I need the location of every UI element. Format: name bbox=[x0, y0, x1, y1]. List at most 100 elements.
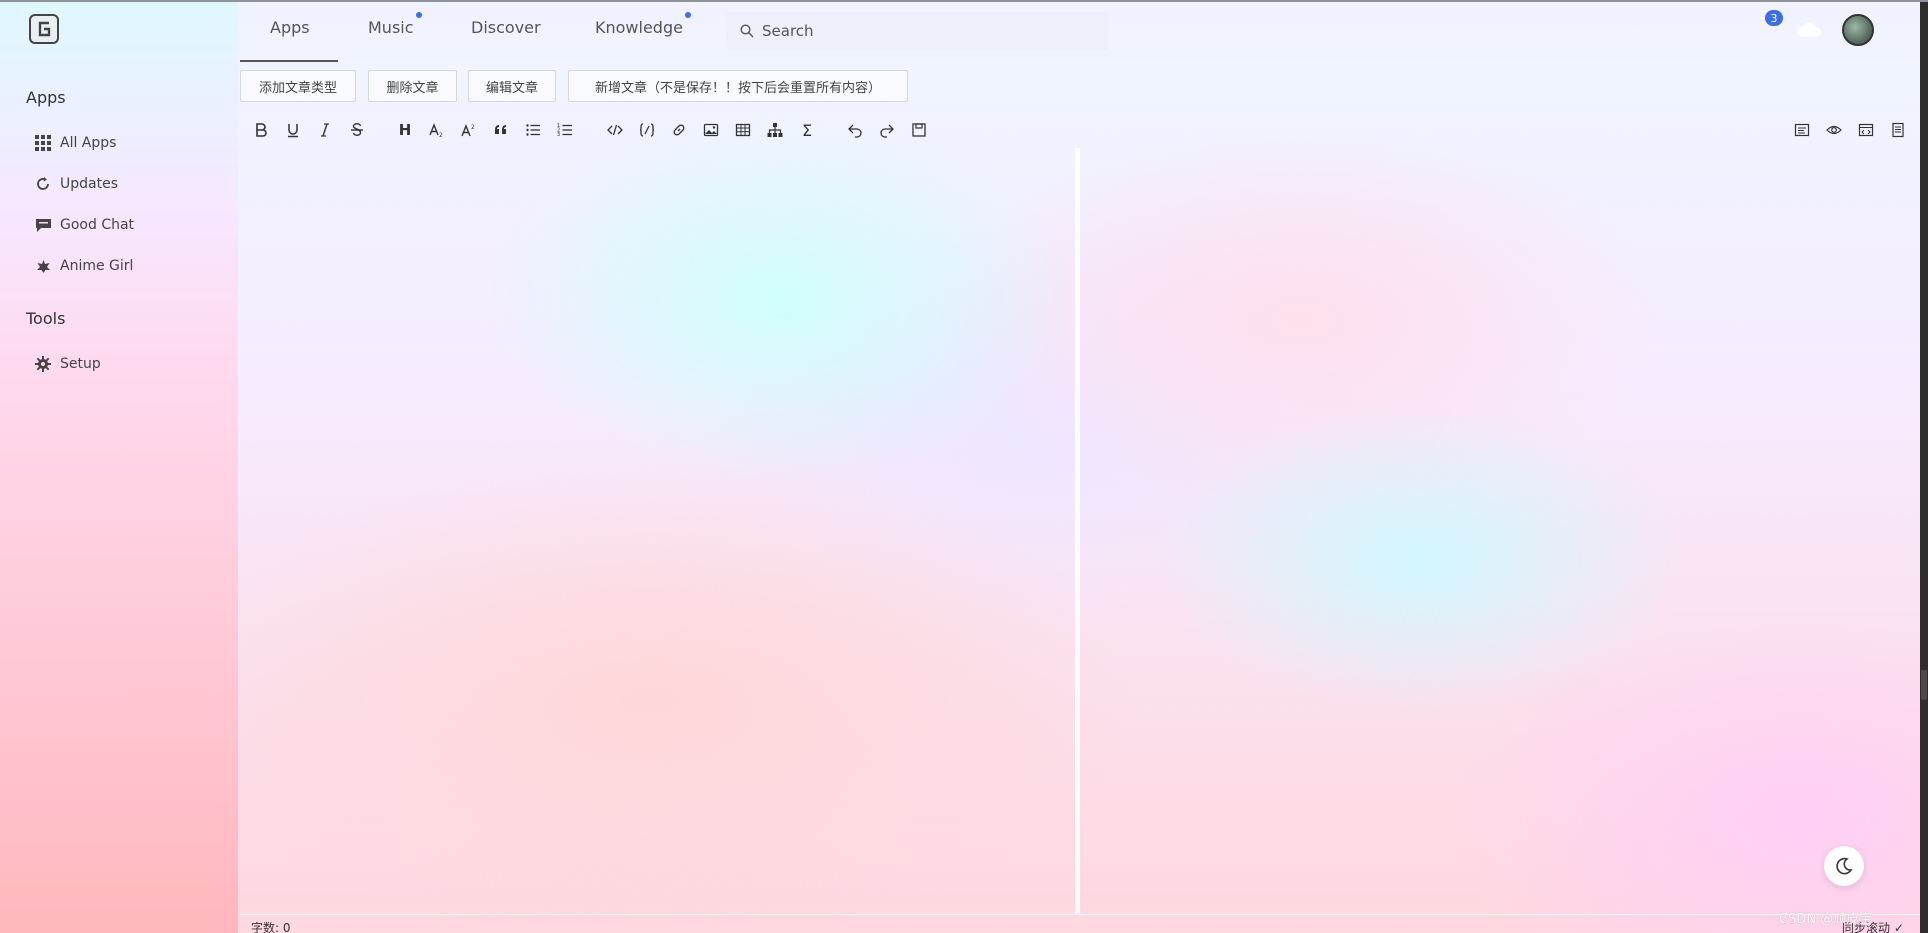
sum-icon: Σ bbox=[801, 120, 813, 140]
quote-button[interactable] bbox=[490, 119, 512, 141]
sidebar-item-label: Setup bbox=[60, 356, 101, 372]
tab-knowledge[interactable]: Knowledge bbox=[595, 12, 691, 37]
subscript-icon: 2 bbox=[429, 123, 443, 138]
notification-dot bbox=[415, 12, 422, 18]
eye-icon bbox=[1826, 125, 1842, 135]
sidebar-item-label: Updates bbox=[60, 176, 118, 192]
search-box[interactable] bbox=[726, 12, 1109, 50]
user-avatar[interactable] bbox=[1842, 14, 1874, 46]
italic-icon bbox=[321, 123, 329, 137]
svg-text:3: 3 bbox=[557, 132, 560, 138]
delete-article-button[interactable]: 删除文章 bbox=[368, 70, 457, 102]
search-input[interactable] bbox=[762, 22, 1082, 40]
leaf-icon bbox=[34, 257, 52, 275]
underline-button[interactable] bbox=[282, 119, 304, 141]
heading-icon: H bbox=[398, 121, 412, 139]
bullet-list-icon bbox=[526, 124, 540, 136]
tab-label: Discover bbox=[471, 18, 541, 37]
svg-text:2: 2 bbox=[471, 124, 475, 131]
sidebar-item-label: Anime Girl bbox=[60, 258, 134, 274]
underline-icon bbox=[288, 124, 298, 138]
html-code-icon bbox=[1858, 123, 1874, 137]
link-icon bbox=[673, 124, 685, 136]
chat-icon bbox=[34, 216, 52, 234]
fullscreen-button[interactable] bbox=[1887, 119, 1909, 141]
document-icon bbox=[1892, 122, 1904, 138]
sidebar-item-all-apps[interactable]: All Apps bbox=[34, 131, 116, 155]
grid-icon bbox=[34, 134, 52, 152]
tab-discover[interactable]: Discover bbox=[471, 18, 541, 37]
tab-label: Knowledge bbox=[595, 18, 683, 37]
watermark: CSDN @顽皮宝 bbox=[1779, 912, 1873, 927]
status-bar-divider bbox=[240, 914, 1920, 915]
preview-button[interactable] bbox=[1823, 119, 1845, 141]
italic-button[interactable] bbox=[314, 119, 336, 141]
search-icon bbox=[740, 24, 754, 38]
undo-button[interactable] bbox=[844, 119, 866, 141]
link-button[interactable] bbox=[668, 119, 690, 141]
redo-icon bbox=[880, 124, 894, 138]
bold-button[interactable] bbox=[250, 119, 272, 141]
sidebar-heading-tools: Tools bbox=[26, 309, 66, 328]
dark-mode-toggle[interactable] bbox=[1824, 846, 1864, 886]
formula-button[interactable]: Σ bbox=[796, 119, 818, 141]
table-icon bbox=[735, 123, 751, 137]
scrollbar[interactable] bbox=[1920, 2, 1928, 933]
diagram-button[interactable] bbox=[764, 119, 786, 141]
scrollbar-thumb[interactable] bbox=[1921, 670, 1927, 700]
ordered-list-icon: 123 bbox=[557, 123, 572, 138]
sidebar-item-label: Good Chat bbox=[60, 217, 135, 233]
redo-button[interactable] bbox=[876, 119, 898, 141]
code-block-icon bbox=[639, 123, 655, 137]
code-button[interactable] bbox=[604, 119, 626, 141]
quote-icon bbox=[495, 125, 506, 134]
strikethrough-icon bbox=[351, 123, 363, 136]
superscript-icon: 2 bbox=[461, 124, 475, 137]
notification-dot bbox=[684, 12, 691, 18]
moon-icon bbox=[1836, 857, 1853, 875]
notification-badge: 3 bbox=[1765, 10, 1783, 26]
logo-icon bbox=[38, 21, 51, 37]
heading-button[interactable]: H bbox=[394, 119, 416, 141]
svg-text:2: 2 bbox=[439, 132, 443, 138]
cloud-icon[interactable] bbox=[1796, 20, 1822, 42]
sidebar-item-label: All Apps bbox=[60, 135, 117, 151]
bullet-list-button[interactable] bbox=[522, 119, 544, 141]
image-icon bbox=[703, 123, 719, 137]
gear-icon bbox=[34, 355, 52, 373]
sidebar-heading-apps: Apps bbox=[26, 88, 66, 107]
markdown-preview bbox=[1080, 148, 1920, 914]
tab-apps[interactable]: Apps bbox=[270, 18, 310, 37]
undo-icon bbox=[848, 124, 862, 138]
tab-music[interactable]: Music bbox=[368, 12, 422, 37]
word-count: 字数: 0 bbox=[251, 921, 291, 933]
new-article-button[interactable]: 新增文章（不是保存！！按下后会重置所有内容） bbox=[568, 70, 908, 102]
bold-icon bbox=[256, 123, 267, 137]
superscript-button[interactable]: 2 bbox=[458, 119, 480, 141]
save-button[interactable] bbox=[908, 119, 930, 141]
toc-icon bbox=[1794, 123, 1810, 137]
refresh-icon bbox=[34, 175, 52, 193]
add-article-type-button[interactable]: 添加文章类型 bbox=[240, 70, 356, 102]
sidebar-item-updates[interactable]: Updates bbox=[34, 172, 118, 196]
subscript-button[interactable]: 2 bbox=[426, 119, 448, 141]
diagram-icon bbox=[767, 123, 783, 137]
sidebar-item-anime-girl[interactable]: Anime Girl bbox=[34, 254, 133, 278]
strikethrough-button[interactable] bbox=[346, 119, 368, 141]
markdown-editor[interactable] bbox=[240, 148, 1076, 914]
tab-label: Apps bbox=[270, 18, 310, 37]
sidebar-item-setup[interactable]: Setup bbox=[34, 352, 101, 376]
ordered-list-button[interactable]: 123 bbox=[554, 119, 576, 141]
code-icon bbox=[607, 124, 623, 136]
toc-button[interactable] bbox=[1791, 119, 1813, 141]
sidebar-item-good-chat[interactable]: Good Chat bbox=[34, 213, 134, 237]
code-block-button[interactable] bbox=[636, 119, 658, 141]
table-button[interactable] bbox=[732, 119, 754, 141]
edit-article-button[interactable]: 编辑文章 bbox=[468, 70, 556, 102]
active-tab-underline bbox=[240, 60, 338, 62]
app-logo[interactable] bbox=[29, 14, 59, 44]
tab-label: Music bbox=[368, 18, 414, 37]
save-icon bbox=[912, 123, 926, 137]
image-button[interactable] bbox=[700, 119, 722, 141]
html-code-button[interactable] bbox=[1855, 119, 1877, 141]
